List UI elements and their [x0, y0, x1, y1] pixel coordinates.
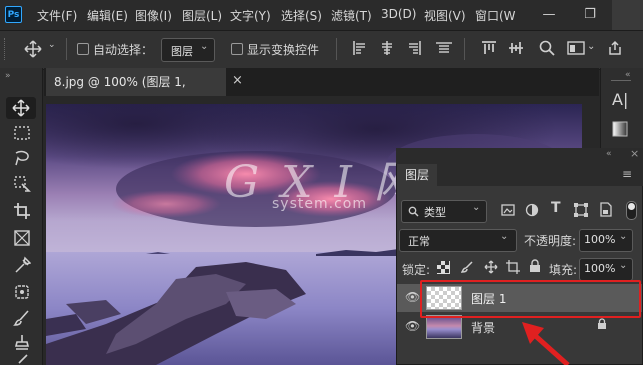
options-bar-grip — [4, 38, 7, 60]
menu-layer[interactable]: 图层(L) — [182, 7, 222, 24]
divider — [464, 38, 465, 60]
share-icon[interactable] — [607, 40, 623, 56]
search-icon[interactable] — [538, 39, 556, 57]
brush-tool-icon[interactable] — [13, 309, 31, 327]
menu-window[interactable]: 窗口(W — [475, 7, 516, 24]
chevron-down-icon: ⌄ — [200, 41, 209, 52]
move-tool-icon[interactable] — [12, 99, 30, 117]
canvas-margin — [44, 96, 599, 104]
highlight-box — [420, 280, 641, 318]
opacity-value: 100% — [584, 233, 616, 246]
blend-mode-dropdown[interactable]: 正常 ⌄ — [399, 229, 517, 252]
menu-image[interactable]: 图像(I) — [135, 7, 172, 24]
blend-mode-value: 正常 — [408, 235, 430, 248]
menu-edit[interactable]: 编辑(E) — [87, 7, 128, 24]
show-transform-label: 显示变换控件 — [247, 43, 320, 57]
auto-select-label: 自动选择： — [93, 43, 154, 57]
lock-all-icon[interactable] — [529, 259, 541, 273]
show-transform-checkbox[interactable] — [231, 43, 243, 55]
filter-adjustment-icon[interactable] — [525, 203, 539, 217]
divider — [336, 38, 337, 60]
visibility-eye-icon[interactable]: 👁 — [405, 319, 420, 333]
clone-stamp-tool-icon[interactable] — [13, 333, 31, 351]
history-brush-tool-icon[interactable] — [13, 354, 31, 365]
menu-file[interactable]: 文件(F) — [37, 7, 77, 24]
align-horizontal-center-icon[interactable] — [379, 40, 395, 56]
filter-pixel-icon[interactable] — [501, 203, 515, 217]
lock-transparent-pixels-icon[interactable] — [437, 261, 450, 274]
toggle-knob — [628, 203, 635, 210]
close-tab-icon[interactable]: × — [232, 73, 243, 88]
spot-healing-tool-icon[interactable] — [13, 283, 31, 301]
tab-layers[interactable]: 图层 — [397, 164, 437, 186]
distribute-top-icon[interactable] — [481, 40, 497, 56]
layer-filter-dropdown[interactable]: 类型 ⌄ — [401, 200, 487, 223]
close-window-button[interactable] — [612, 0, 643, 30]
auto-select-dropdown[interactable]: 图层 ⌄ — [161, 38, 215, 62]
crop-tool-icon[interactable] — [13, 202, 31, 220]
panel-menu-icon[interactable]: ≡ — [622, 167, 632, 181]
document-tab[interactable]: 8.jpg @ 100% (图层 1, RGB/8#) * — [46, 68, 226, 117]
chevron-down-icon: ⌄ — [619, 260, 628, 271]
collapse-icon[interactable]: » — [5, 71, 11, 81]
chevron-down-icon: ⌄ — [500, 231, 509, 242]
gradient-panel-icon[interactable] — [612, 121, 628, 137]
character-panel-icon[interactable]: A| — [612, 90, 628, 109]
filter-type-icon[interactable]: T — [551, 200, 561, 216]
align-top-icon[interactable] — [435, 40, 453, 56]
divider — [611, 80, 631, 81]
visibility-eye-icon[interactable]: 👁 — [405, 290, 420, 304]
menu-filter[interactable]: 滤镜(T) — [331, 7, 372, 24]
menu-view[interactable]: 视图(V) — [424, 7, 466, 24]
layer-filter-value: 类型 — [424, 206, 446, 219]
panel-tab-row — [437, 164, 643, 186]
chevron-down-icon[interactable]: ⌄ — [48, 40, 56, 50]
fill-input[interactable]: 100% ⌄ — [579, 258, 633, 281]
chevron-down-icon: ⌄ — [619, 231, 628, 242]
opacity-input[interactable]: 100% ⌄ — [579, 229, 633, 252]
menu-type[interactable]: 文字(Y) — [230, 7, 271, 24]
lock-image-pixels-icon[interactable] — [461, 260, 475, 274]
photoshop-logo-icon[interactable]: Ps — [5, 6, 22, 23]
divider — [66, 38, 67, 60]
filter-toggle-switch[interactable] — [626, 201, 637, 220]
close-panel-icon[interactable]: × — [630, 147, 639, 160]
collapse-icon[interactable]: « — [625, 70, 631, 80]
tab-layers-label: 图层 — [404, 168, 429, 182]
lock-position-icon[interactable] — [484, 260, 498, 274]
align-left-icon[interactable] — [352, 40, 368, 56]
layer-thumbnail-photo[interactable] — [426, 315, 462, 339]
workspace-icon[interactable] — [567, 40, 585, 56]
eyedropper-tool-icon[interactable] — [13, 256, 31, 274]
frame-tool-icon[interactable] — [13, 229, 31, 247]
auto-select-value: 图层 — [171, 45, 193, 58]
chevron-down-icon[interactable]: ⌄ — [587, 41, 595, 52]
distribute-vertical-center-icon[interactable] — [508, 40, 524, 56]
menu-3d[interactable]: 3D(D) — [381, 7, 416, 21]
minimize-button[interactable]: — — [532, 0, 566, 30]
watermark-url: system.com — [272, 196, 367, 212]
object-selection-tool-icon[interactable] — [13, 175, 31, 193]
filter-smart-object-icon[interactable] — [599, 202, 613, 217]
marquee-tool-icon[interactable] — [13, 124, 31, 142]
lock-icon[interactable] — [597, 318, 607, 330]
move-icon — [24, 40, 42, 58]
filter-shape-icon[interactable] — [574, 203, 588, 217]
auto-select-checkbox[interactable] — [77, 43, 89, 55]
align-right-icon[interactable] — [406, 40, 422, 56]
opacity-label: 不透明度: — [524, 234, 577, 248]
search-icon — [408, 206, 419, 217]
lasso-tool-icon[interactable] — [13, 149, 31, 167]
red-arrow-annotation — [522, 322, 570, 365]
lock-artboard-icon[interactable] — [506, 260, 520, 274]
move-tool-preset-button[interactable] — [20, 38, 46, 60]
fill-label: 填充: — [549, 263, 578, 277]
fill-value: 100% — [584, 262, 616, 275]
menu-select[interactable]: 选择(S) — [281, 7, 322, 24]
lock-label: 锁定: — [402, 263, 431, 277]
collapse-panel-icon[interactable]: « — [606, 149, 612, 159]
chevron-down-icon: ⌄ — [472, 202, 481, 213]
restore-button[interactable]: ❐ — [573, 0, 607, 30]
layer-name[interactable]: 背景 — [471, 319, 495, 336]
